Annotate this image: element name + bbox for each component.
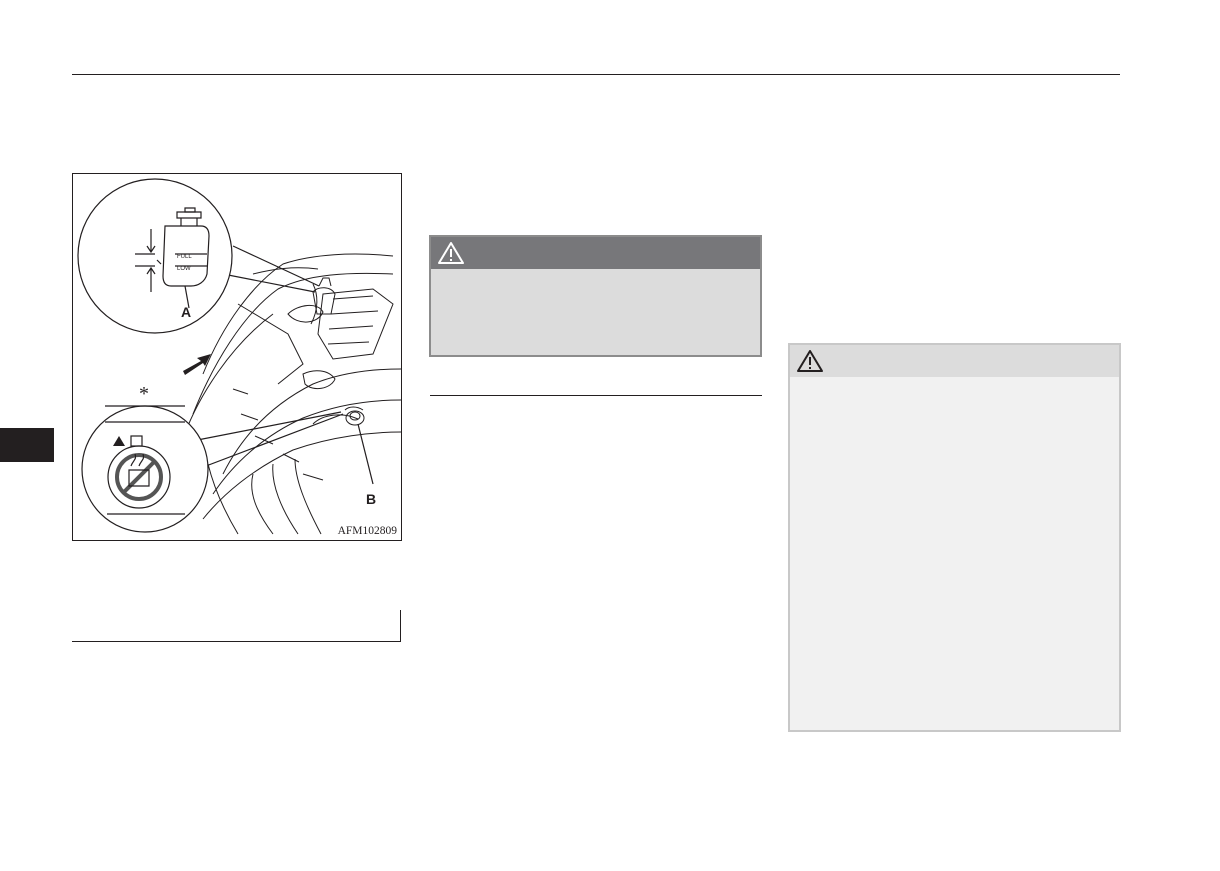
callout-b: B <box>366 491 377 507</box>
figure-code: AFM102809 <box>336 525 398 537</box>
warning-header-2 <box>790 345 1119 377</box>
coolant-reservoir-drawing: FULL LOW <box>77 178 401 535</box>
section-tab <box>0 428 54 462</box>
warning-box-1 <box>429 235 762 357</box>
svg-text:FULL: FULL <box>177 254 192 260</box>
warning-header-1 <box>431 237 760 269</box>
engine-bay-illustration: FULL LOW A B * AFM102809 <box>72 173 402 541</box>
warning-box-2 <box>788 343 1121 732</box>
section-end-tick <box>400 610 401 642</box>
section-rule <box>430 395 762 396</box>
warning-triangle-icon <box>797 350 823 372</box>
callout-a: A <box>181 304 192 320</box>
front-of-vehicle-marker: * <box>139 383 149 405</box>
warning-triangle-icon <box>438 242 464 264</box>
section-end-rule <box>72 641 401 642</box>
svg-text:LOW: LOW <box>177 266 191 272</box>
header-rule <box>72 74 1120 75</box>
